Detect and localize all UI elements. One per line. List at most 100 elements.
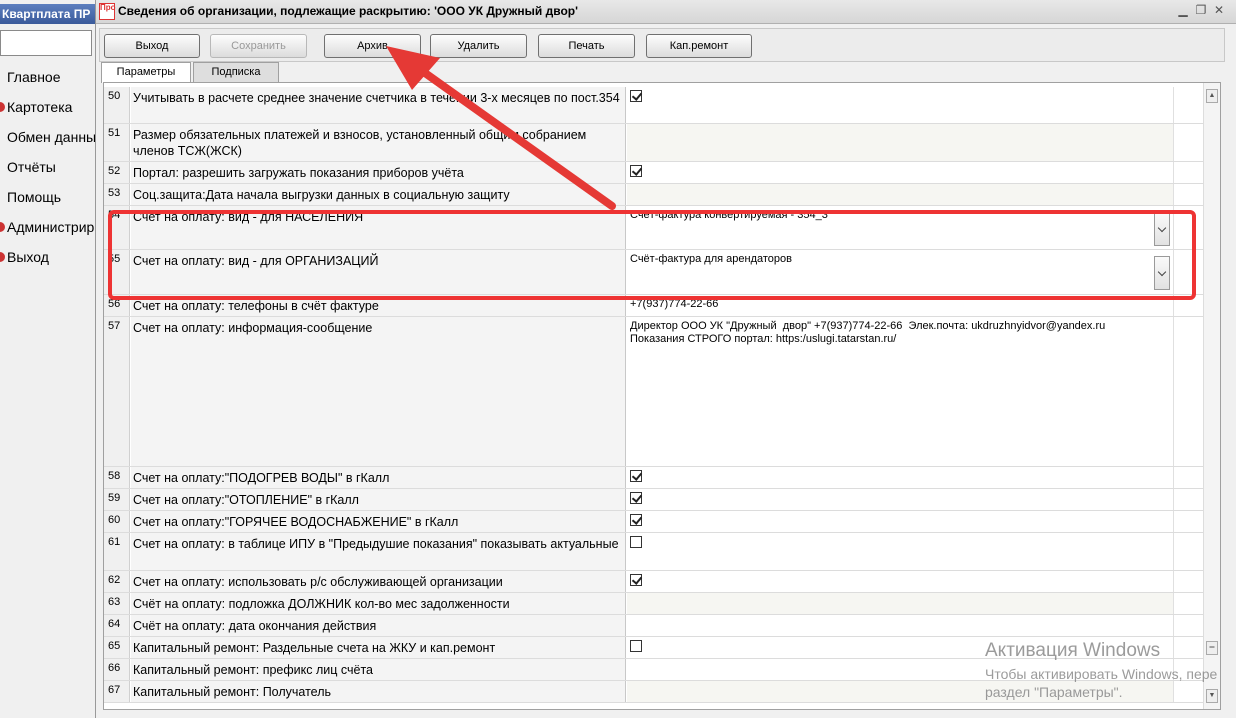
param-value[interactable]: Счёт-фактура для арендаторов [627, 250, 1173, 294]
delete-button[interactable]: Удалить [430, 34, 527, 58]
menu-item-label: Администрир [7, 219, 95, 235]
org-info-dialog: Про Сведения об организации, подлежащие … [95, 0, 1236, 718]
menu-item-cards[interactable]: Картотека [0, 92, 95, 122]
menu-item-reports[interactable]: Отчёты [0, 152, 95, 182]
checkbox[interactable] [630, 165, 642, 177]
row-extra-cell [1173, 615, 1203, 636]
param-value[interactable]: Директор ООО УК "Дружный двор" +7(937)77… [627, 317, 1173, 466]
checkbox[interactable] [630, 470, 642, 482]
minimize-icon[interactable]: ▁ [1176, 4, 1190, 18]
param-label: Счёт на оплату: подложка ДОЛЖНИК кол-во … [131, 593, 626, 614]
tab-signature[interactable]: Подпиcка [193, 62, 279, 82]
maximize-icon[interactable]: ❐ [1194, 4, 1208, 18]
param-value[interactable] [627, 533, 1173, 570]
param-label: Соц.защита:Дата начала выгрузки данных в… [131, 184, 626, 205]
param-label: Размер обязательных платежей и взносов, … [131, 124, 626, 161]
param-row: 57 Счет на оплату: информация-сообщение Ди… [104, 317, 1203, 467]
row-extra-cell [1173, 162, 1203, 183]
kaprem-button[interactable]: Кап.ремонт [646, 34, 752, 58]
row-extra-cell [1173, 250, 1203, 294]
app-logo-icon: Про [99, 3, 116, 20]
row-extra-cell [1173, 593, 1203, 614]
param-value[interactable] [627, 489, 1173, 510]
menu-item-exchange[interactable]: Обмен данны [0, 122, 95, 152]
row-number: 52 [104, 162, 130, 183]
row-number: 55 [104, 250, 130, 294]
param-label: Счет на оплату: в таблице ИПУ в "Предыду… [131, 533, 626, 570]
checkbox[interactable] [630, 640, 642, 652]
exit-button[interactable]: Выход [104, 34, 200, 58]
param-value[interactable] [627, 184, 1173, 205]
param-row: 63 Счёт на оплату: подложка ДОЛЖНИК кол-в… [104, 593, 1203, 615]
close-icon[interactable]: ✕ [1212, 4, 1226, 18]
param-value[interactable]: +7(937)774-22-66 [627, 295, 1173, 316]
row-extra-cell [1173, 467, 1203, 488]
param-label: Учитывать в расчете среднее значение сче… [131, 87, 626, 123]
vertical-scrollbar[interactable]: ▲ ═ ▼ [1203, 83, 1220, 709]
param-value[interactable] [627, 571, 1173, 592]
row-number: 51 [104, 124, 130, 161]
menu-item-label: Выход [7, 249, 49, 265]
archive-button[interactable]: Архив [324, 34, 421, 58]
row-extra-cell [1173, 87, 1203, 123]
row-extra-cell [1173, 511, 1203, 532]
param-row: 51 Размер обязательных платежей и взносов… [104, 124, 1203, 162]
param-value[interactable]: Счёт-фактура конвертируемая - 354_3 [627, 206, 1173, 249]
row-number: 60 [104, 511, 130, 532]
save-button[interactable]: Сохранить [210, 34, 307, 58]
row-number: 67 [104, 681, 130, 702]
param-label: Счет на оплату: информация-сообщение [131, 317, 626, 466]
param-value[interactable] [627, 87, 1173, 123]
checkbox[interactable] [630, 90, 642, 102]
bullet-icon [0, 102, 5, 112]
param-value[interactable] [627, 593, 1173, 614]
param-row: 54 Счет на оплату: вид - для НАСЕЛЕНИЯ Счё… [104, 206, 1203, 250]
param-row: 58 Счет на оплату:"ПОДОГРЕВ ВОДЫ" в гКалл [104, 467, 1203, 489]
param-value[interactable] [627, 124, 1173, 161]
row-extra-cell [1173, 317, 1203, 466]
params-grid: 50 Учитывать в расчете среднее значение с… [103, 82, 1221, 710]
app-search-input[interactable] [0, 30, 92, 56]
param-value[interactable] [627, 511, 1173, 532]
param-row: 59 Счет на оплату:"ОТОПЛЕНИЕ" в гКалл [104, 489, 1203, 511]
dropdown-value: Счёт-фактура для арендаторов [630, 253, 792, 265]
menu-item-exit[interactable]: Выход [0, 242, 95, 272]
row-number: 57 [104, 317, 130, 466]
scroll-up-icon[interactable]: ▲ [1206, 89, 1218, 103]
print-button[interactable]: Печать [538, 34, 635, 58]
param-value[interactable] [627, 162, 1173, 183]
menu-item-label: Обмен данны [7, 129, 95, 145]
param-label: Счет на оплату: вид - для ОРГАНИЗАЦИЙ [131, 250, 626, 294]
param-value[interactable] [627, 615, 1173, 636]
checkbox[interactable] [630, 536, 642, 548]
chevron-down-icon[interactable] [1154, 256, 1170, 290]
app-menu: Главное Картотека Обмен данны Отчёты Пом… [0, 62, 95, 272]
param-value[interactable] [627, 467, 1173, 488]
watermark-line: раздел "Параметры". [985, 684, 1123, 700]
app-title: Квартплата ПР [0, 4, 95, 24]
checkbox[interactable] [630, 514, 642, 526]
param-label: Счет на оплату: использовать р/с обслужи… [131, 571, 626, 592]
bullet-icon [0, 252, 5, 262]
row-number: 64 [104, 615, 130, 636]
text-value: Директор ООО УК "Дружный двор" +7(937)77… [630, 320, 1106, 345]
param-row: 62 Счет на оплату: использовать р/с обслу… [104, 571, 1203, 593]
row-number: 59 [104, 489, 130, 510]
param-row: 60 Счет на оплату:"ГОРЯЧЕЕ ВОДОСНАБЖЕНИЕ"… [104, 511, 1203, 533]
row-number: 58 [104, 467, 130, 488]
menu-item-label: Помощь [7, 189, 62, 205]
menu-item-main[interactable]: Главное [0, 62, 95, 92]
chevron-down-icon[interactable] [1154, 212, 1170, 246]
menu-item-help[interactable]: Помощь [0, 182, 95, 212]
watermark-title: Активация Windows [985, 640, 1161, 661]
param-label: Счет на оплату:"ГОРЯЧЕЕ ВОДОСНАБЖЕНИЕ" в… [131, 511, 626, 532]
menu-item-label: Главное [7, 69, 61, 85]
tab-parameters[interactable]: Параметры [101, 62, 191, 83]
menu-item-admin[interactable]: Администрир [0, 212, 95, 242]
row-number: 50 [104, 87, 130, 123]
text-value: +7(937)774-22-66 [630, 298, 719, 310]
param-label: Счет на оплату: вид - для НАСЕЛЕНИЯ [131, 206, 626, 249]
checkbox[interactable] [630, 492, 642, 504]
checkbox[interactable] [630, 574, 642, 586]
param-label: Капитальный ремонт: Раздельные счета на … [131, 637, 626, 658]
